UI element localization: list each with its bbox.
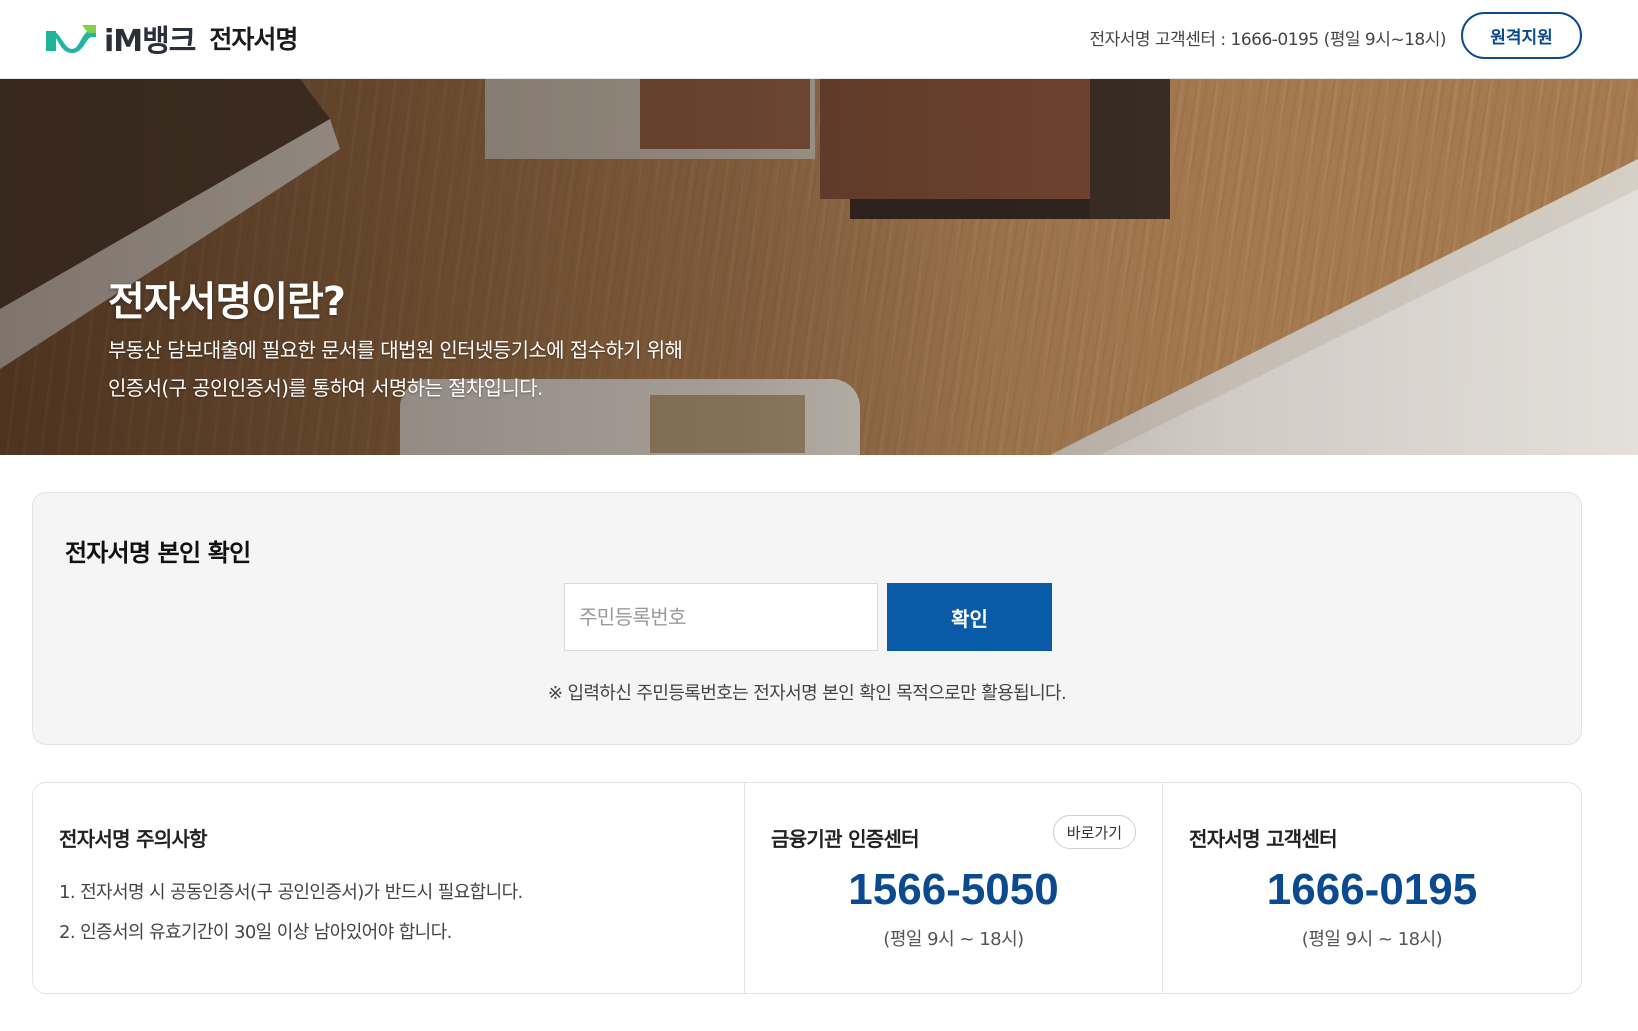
cs-center-title: 전자서명 고객센터 [1189, 827, 1338, 851]
hero-desc-line-1: 부동산 담보대출에 필요한 문서를 대법원 인터넷등기소에 접수하기 위해 [108, 338, 683, 362]
im-logo-icon [46, 25, 96, 53]
identity-verify-panel: 전자서명 본인 확인 확인 ※ 입력하신 주민등록번호는 전자서명 본인 확인 … [32, 492, 1582, 745]
fin-center-phone: 1566-5050 [848, 865, 1059, 914]
header-cs-info: 전자서명 고객센터 : 1666-0195 (평일 9시~18시) [1089, 30, 1446, 50]
notice-item: 2. 인증서의 유효기간이 30일 이상 남아있어야 합니다. [59, 922, 452, 943]
hero-description: 부동산 담보대출에 필요한 문서를 대법원 인터넷등기소에 접수하기 위해 인증… [108, 331, 683, 407]
notice-title: 전자서명 주의사항 [59, 827, 208, 851]
verify-note: ※ 입력하신 주민등록번호는 전자서명 본인 확인 목적으로만 활용됩니다. [547, 683, 1067, 704]
cs-center-phone: 1666-0195 [1266, 865, 1478, 914]
brand-name: iM뱅크 [104, 24, 196, 59]
remote-support-button[interactable]: 원격지원 [1461, 12, 1582, 59]
hero-title: 전자서명이란? [108, 279, 346, 325]
esign-cs-center-section: 전자서명 고객센터 1666-0195 (평일 9시 ~ 18시) [1163, 783, 1581, 993]
notice-section: 전자서명 주의사항 1. 전자서명 시 공동인증서(구 공인인증서)가 반드시 … [33, 783, 745, 993]
rrn-input[interactable] [564, 583, 878, 651]
hero-desc-line-2: 인증서(구 공인인증서)를 통하여 서명하는 절차입니다. [108, 376, 543, 400]
fin-center-shortcut-button[interactable]: 바로가기 [1052, 815, 1136, 849]
fin-center-hours: (평일 9시 ~ 18시) [883, 929, 1024, 950]
confirm-button[interactable]: 확인 [887, 583, 1052, 651]
fin-center-title: 금융기관 인증센터 [771, 827, 920, 851]
info-panel: 전자서명 주의사항 1. 전자서명 시 공동인증서(구 공인인증서)가 반드시 … [32, 782, 1582, 994]
cs-center-hours: (평일 9시 ~ 18시) [1301, 929, 1443, 950]
notice-list: 1. 전자서명 시 공동인증서(구 공인인증서)가 반드시 필요합니다. 2. … [59, 873, 523, 953]
im-bank-logo[interactable]: iM뱅크 전자서명 [42, 20, 298, 59]
notice-item: 1. 전자서명 시 공동인증서(구 공인인증서)가 반드시 필요합니다. [59, 882, 523, 903]
service-name: 전자서명 [209, 25, 298, 54]
fin-cert-center-section: 금융기관 인증센터 바로가기 1566-5050 (평일 9시 ~ 18시) [745, 783, 1163, 993]
hero-banner: 전자서명이란? 부동산 담보대출에 필요한 문서를 대법원 인터넷등기소에 접수… [0, 79, 1638, 455]
verify-title: 전자서명 본인 확인 [65, 539, 251, 567]
top-header: iM뱅크 전자서명 전자서명 고객센터 : 1666-0195 (평일 9시~1… [0, 0, 1638, 79]
